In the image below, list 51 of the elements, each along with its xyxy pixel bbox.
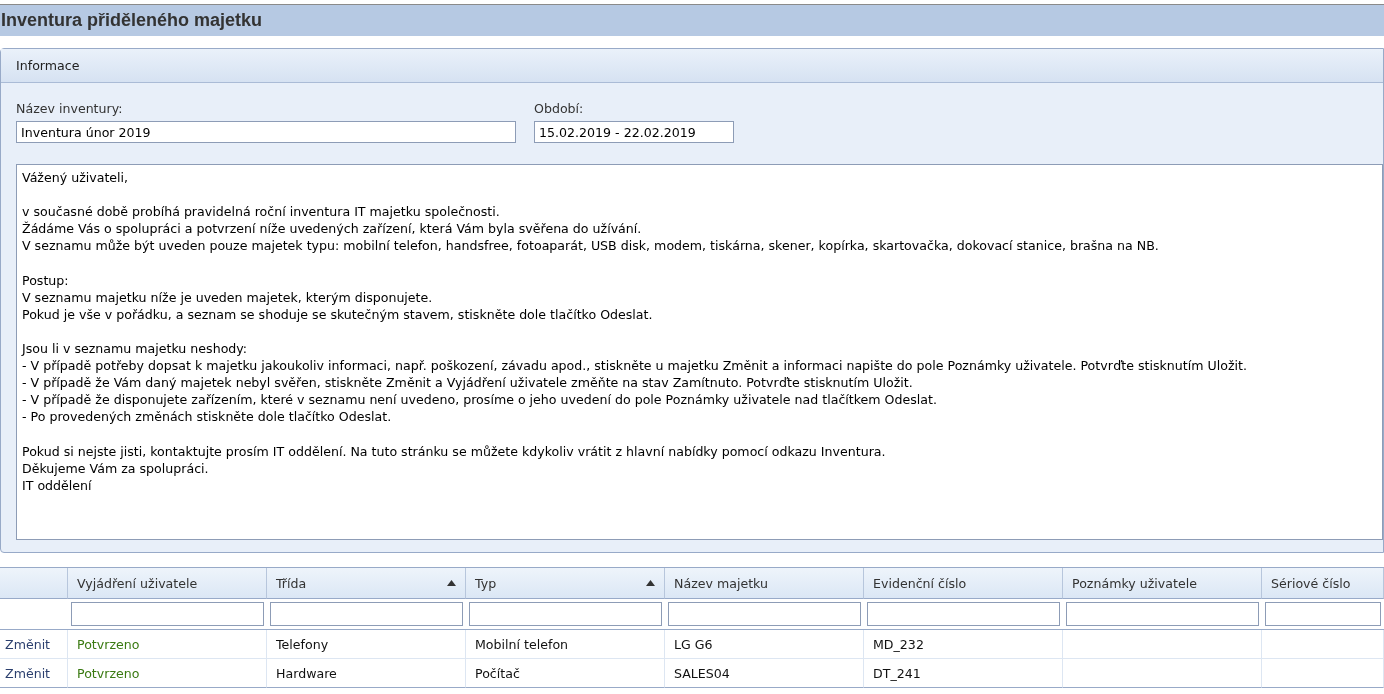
message-line: v současné době probíhá pravidelná roční inventura IT majetku společnosti. [22, 203, 501, 221]
message-line: - V případě že disponujete zařízením, které v seznamu není uvedeno, prosíme o jeho uvedení do pole Poznámky uživatele nad tlačítkem Odeslat. [22, 391, 938, 409]
column-header[interactable]: Třída [267, 568, 466, 599]
filter-field[interactable] [1265, 602, 1381, 626]
message-line: Postup: [22, 271, 70, 289]
message-line: V seznamu může být uveden pouze majetek typu: mobilní telefon, handsfree, fotoaparát, USB disk, modem, tiskárna, skener, kopírka, skartovačka, dokovací stanice, brašna na NB. [22, 237, 1160, 255]
header-cell [0, 568, 68, 599]
filter-field[interactable] [668, 602, 861, 626]
text-field[interactable]: 15.02.2019 - 22.02.2019 [534, 121, 734, 143]
filter-field[interactable] [270, 602, 463, 626]
message-line: Žádáme Vás o spolupráci a potvrzení níže uvedených zařízení, která Vám byla svěřena do užívání. [22, 220, 643, 238]
change-link[interactable]: Změnit [0, 636, 56, 652]
column-header[interactable]: Typ [466, 568, 665, 599]
message-line: - V případě potřeby dopsat k majetku jakoukoliv informaci, např. poškození, závadu apod., stiskněte u majetku Změnit a informaci napište do pole Poznámky uživatele. Potvrďte stisknutím Uložit. [22, 357, 1248, 375]
text-field[interactable]: Inventura únor 2019 [16, 121, 516, 143]
column-header[interactable]: Evidenční číslo [864, 568, 1063, 599]
status-cell: Potvrzeno [68, 659, 267, 688]
table-cell: MD_232 [864, 630, 1063, 659]
column-header[interactable]: Sériové číslo [1262, 568, 1384, 599]
message-line: - V případě že Vám daný majetek nebyl svěřen, stiskněte Změnit a Vyjádření uživatele změňte na stav Zamítnuto. Potvrďte stisknutím Uložit. [22, 374, 914, 392]
change-link[interactable]: Změnit [0, 665, 56, 681]
status-cell: Potvrzeno [68, 630, 267, 659]
table-cell: Hardware [267, 659, 466, 688]
message-line: Děkujeme Vám za spolupráci. [22, 459, 210, 477]
filter-field[interactable] [867, 602, 1060, 626]
page-title: Inventura přiděleného majetku [0, 10, 263, 31]
message-line: Pokud si nejste jisti, kontaktujte prosím IT oddělení. Na tuto stránku se můžete kdykoliv vrátit z hlavní nabídky pomocí odkazu Inventura. [22, 442, 887, 460]
message-box[interactable] [16, 164, 1383, 540]
table-cell: Počítač [466, 659, 665, 688]
panel-title: Informace [1, 49, 1383, 83]
message-line: - Po provedených změnách stiskněte dole tlačítko Odeslat. [22, 408, 393, 426]
filter-field[interactable] [1066, 602, 1259, 626]
message-line: IT oddělení [22, 476, 93, 494]
message-line: V seznamu majetku níže je uveden majetek, kterým disponujete. [22, 288, 434, 306]
table-cell: Mobilní telefon [466, 630, 665, 659]
message-line: Jsou li v seznamu majetku neshody: [22, 339, 249, 358]
field-label: Období: [534, 101, 585, 116]
column-header[interactable]: Vyjádření uživatele [68, 568, 267, 599]
table-cell: SALES04 [665, 659, 864, 688]
table-cell: LG G6 [665, 630, 864, 659]
column-header[interactable]: Poznámky uživatele [1063, 568, 1262, 599]
message-line: Pokud je vše v pořádku, a seznam se shoduje se skutečným stavem, stiskněte dole tlačítko Odeslat. [22, 305, 654, 323]
message-line: Vážený uživateli, [22, 169, 130, 187]
sort-ascending-icon [646, 580, 655, 586]
table-cell: Telefony [267, 630, 466, 659]
column-header[interactable]: Název majetku [665, 568, 864, 599]
filter-field[interactable] [469, 602, 662, 626]
field-label: Název inventury: [16, 101, 124, 116]
filter-field[interactable] [71, 602, 264, 626]
sort-ascending-icon [447, 580, 456, 586]
table-cell: DT_241 [864, 659, 1063, 688]
